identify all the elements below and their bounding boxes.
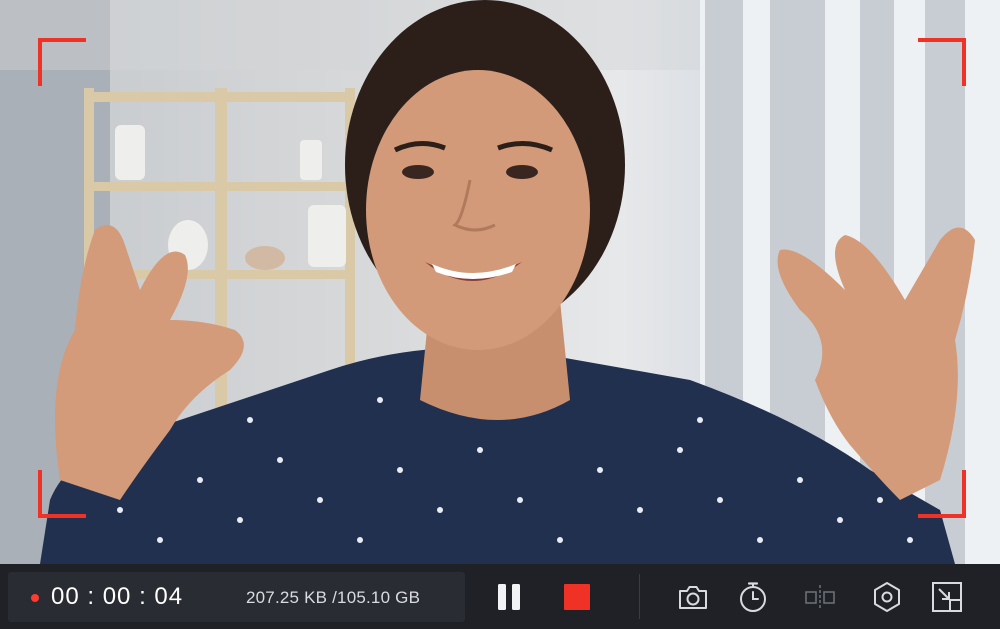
split-icon <box>805 585 835 609</box>
shrink-window-icon <box>932 582 962 612</box>
camera-icon <box>679 586 707 609</box>
webcam-preview <box>0 0 1000 564</box>
stop-button[interactable] <box>560 580 594 614</box>
minimize-button[interactable] <box>930 580 964 614</box>
pause-icon <box>498 584 520 610</box>
pause-button[interactable] <box>492 580 526 614</box>
file-size-readout: 207.25 KB /105.10 GB <box>246 588 421 607</box>
recording-status-panel: 00 : 00 : 04 207.25 KB /105.10 GB <box>8 572 465 622</box>
timer-button[interactable] <box>736 580 770 614</box>
stopwatch-icon <box>740 582 766 612</box>
split-button <box>803 580 837 614</box>
frame-corner-bottom-left <box>38 470 86 518</box>
stop-icon <box>564 584 590 610</box>
recording-timer: 00 : 00 : 04 <box>51 583 184 610</box>
screenshot-button[interactable] <box>676 580 710 614</box>
frame-corner-bottom-right <box>918 470 966 518</box>
webcam-scene <box>0 0 1000 564</box>
frame-corner-top-left <box>38 38 86 86</box>
recording-toolbar: 00 : 00 : 04 207.25 KB /105.10 GB <box>0 564 1000 629</box>
settings-button[interactable] <box>870 580 904 614</box>
hexagon-settings-icon <box>874 582 900 612</box>
frame-corner-top-right <box>918 38 966 86</box>
record-indicator-icon <box>31 594 39 602</box>
toolbar-divider <box>639 574 640 619</box>
